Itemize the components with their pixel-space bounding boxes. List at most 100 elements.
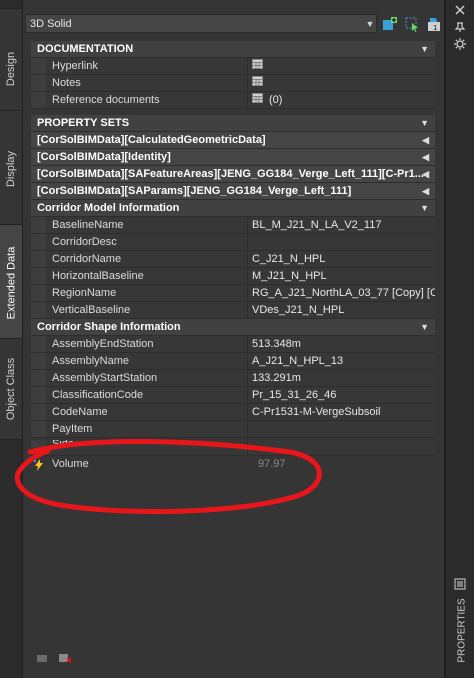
property-row[interactable]: AssemblyEndStation 513.348m xyxy=(31,336,435,353)
section-property-sets-title: PROPERTY SETS xyxy=(37,117,130,129)
property-value: A_J21_N_HPL_13 xyxy=(252,355,344,367)
right-title-strip xyxy=(446,0,474,678)
property-name: Hyperlink xyxy=(46,58,248,74)
property-value: Pr_15_31_26_46 xyxy=(252,389,337,401)
tab-display[interactable]: Display xyxy=(0,110,22,227)
property-row[interactable]: CorridorDesc xyxy=(31,234,435,251)
tab-object-class[interactable]: Object Class xyxy=(0,338,22,440)
svg-text:1: 1 xyxy=(433,24,437,32)
section-documentation[interactable]: DOCUMENTATION ▼ xyxy=(31,41,435,58)
property-row[interactable]: RegionName RG_A_J21_NorthLA_03_77 [Copy] … xyxy=(31,285,435,302)
clear-selection-icon[interactable] xyxy=(58,652,72,667)
property-name: CodeName xyxy=(46,404,248,420)
tab-extended-data-label: Extended Data xyxy=(5,246,17,319)
property-value: M_J21_N_HPL xyxy=(252,270,327,282)
property-value: (0) xyxy=(269,94,283,106)
section-corridor-shape-title: Corridor Shape Information xyxy=(37,321,181,333)
auto-hide-icon[interactable] xyxy=(454,21,466,36)
bottom-toolbar xyxy=(36,652,72,667)
property-set-group[interactable]: [CorSolBIMData][Identity] ◀ xyxy=(31,149,435,166)
property-row-volume[interactable]: Volume 97.97 xyxy=(31,456,435,473)
panel-title: PROPERTIES xyxy=(455,595,469,665)
gear-icon[interactable] xyxy=(454,38,466,53)
property-row[interactable]: PayItem xyxy=(31,421,435,438)
property-value: 513.348m xyxy=(252,338,301,350)
properties-icon xyxy=(454,578,466,593)
property-row[interactable]: CorridorName C_J21_N_HPL xyxy=(31,251,435,268)
property-row-side-partial[interactable]: Side xyxy=(31,440,435,456)
object-type-dropdown[interactable]: 3D Solid ▼ xyxy=(25,14,377,33)
property-name: Volume xyxy=(52,458,89,470)
lightning-bolt-icon xyxy=(31,456,46,473)
section-corridor-shape[interactable]: Corridor Shape Information ▼ xyxy=(31,319,435,336)
property-set-label: [CorSolBIMData][CalculatedGeometricData] xyxy=(37,134,266,146)
section-property-sets[interactable]: PROPERTY SETS ▼ xyxy=(31,115,435,132)
collapse-chevron-icon[interactable]: ▼ xyxy=(420,200,429,217)
property-row-notes[interactable]: Notes xyxy=(31,75,435,92)
tab-object-class-label: Object Class xyxy=(5,357,18,421)
expand-chevron-icon[interactable]: ◀ xyxy=(422,166,429,183)
property-name: PayItem xyxy=(46,421,248,437)
property-value xyxy=(248,234,435,250)
property-name: HorizontalBaseline xyxy=(46,268,248,284)
property-name: CorridorDesc xyxy=(46,234,248,250)
property-set-group[interactable]: [CorSolBIMData][SAFeatureAreas][JENG_GG1… xyxy=(31,166,435,183)
select-objects-icon[interactable] xyxy=(403,14,421,33)
property-name: Notes xyxy=(46,75,248,91)
property-value: BL_M_J21_N_LA_V2_117 xyxy=(252,219,382,231)
property-row[interactable]: VerticalBaseline VDes_J21_N_HPL xyxy=(31,302,435,319)
property-name: AssemblyName xyxy=(46,353,248,369)
property-name: BaselineName xyxy=(46,217,248,233)
table-icon[interactable] xyxy=(252,92,263,108)
collapse-chevron-icon[interactable]: ▼ xyxy=(420,115,429,132)
pickadd-toggle-icon[interactable]: 1 xyxy=(425,14,443,33)
property-row-hyperlink[interactable]: Hyperlink xyxy=(31,58,435,75)
property-row[interactable]: AssemblyName A_J21_N_HPL_13 xyxy=(31,353,435,370)
property-row[interactable]: HorizontalBaseline M_J21_N_HPL xyxy=(31,268,435,285)
property-value: C-Pr1531-M-VergeSubsoil xyxy=(252,406,381,418)
expand-chevron-icon[interactable]: ◀ xyxy=(422,149,429,166)
property-name: RegionName xyxy=(46,285,248,301)
property-name: AssemblyEndStation xyxy=(46,336,248,352)
tab-design-label: Design xyxy=(5,51,17,87)
property-set-group[interactable]: [CorSolBIMData][SAParams][JENG_GG184_Ver… xyxy=(31,183,435,200)
property-name: CorridorName xyxy=(46,251,248,267)
property-set-group[interactable]: [CorSolBIMData][CalculatedGeometricData]… xyxy=(31,132,435,149)
collapse-chevron-icon[interactable]: ▼ xyxy=(420,319,429,336)
collapse-chevron-icon[interactable]: ▼ xyxy=(420,41,429,58)
section-corridor-model[interactable]: Corridor Model Information ▼ xyxy=(31,200,435,217)
chevron-down-icon: ▼ xyxy=(365,18,375,29)
property-value: 97.97 xyxy=(258,458,286,470)
property-name: AssemblyStartStation xyxy=(46,370,248,386)
property-name: Side xyxy=(46,440,248,455)
property-set-label: [CorSolBIMData][Identity] xyxy=(37,151,171,163)
property-set-label: [CorSolBIMData][SAParams][JENG_GG184_Ver… xyxy=(37,185,352,197)
expand-chevron-icon[interactable]: ◀ xyxy=(422,183,429,200)
property-row[interactable]: AssemblyStartStation 133.291m xyxy=(31,370,435,387)
section-documentation-title: DOCUMENTATION xyxy=(37,43,134,55)
layer-icon[interactable] xyxy=(36,652,48,667)
property-set-label: [CorSolBIMData][SAFeatureAreas][JENG_GG1… xyxy=(37,168,424,180)
side-tab-strip: Design Display Extended Data Object Clas… xyxy=(0,0,22,678)
quick-select-icon[interactable] xyxy=(381,14,399,33)
property-row[interactable]: CodeName C-Pr1531-M-VergeSubsoil xyxy=(31,404,435,421)
property-value xyxy=(248,421,435,437)
property-row[interactable]: BaselineName BL_M_J21_N_LA_V2_117 xyxy=(31,217,435,234)
object-type-value: 3D Solid xyxy=(30,17,72,30)
property-row-reference-documents[interactable]: Reference documents (0) xyxy=(31,92,435,109)
property-name: Reference documents xyxy=(46,92,248,108)
property-name: VerticalBaseline xyxy=(46,302,248,318)
expand-chevron-icon[interactable]: ◀ xyxy=(422,132,429,149)
property-value: VDes_J21_N_HPL xyxy=(252,304,345,316)
table-icon[interactable] xyxy=(252,58,263,74)
section-corridor-model-title: Corridor Model Information xyxy=(37,202,180,214)
tab-extended-data[interactable]: Extended Data xyxy=(0,224,22,341)
property-row[interactable]: ClassificationCode Pr_15_31_26_46 xyxy=(31,387,435,404)
table-icon[interactable] xyxy=(252,75,263,91)
close-icon[interactable] xyxy=(454,4,466,19)
property-value: RG_A_J21_NorthLA_03_77 [Copy] [C... xyxy=(252,287,435,299)
property-value xyxy=(248,440,435,455)
property-value: 133.291m xyxy=(252,372,301,384)
property-name: ClassificationCode xyxy=(46,387,248,403)
panel-title-text: PROPERTIES xyxy=(456,597,468,663)
